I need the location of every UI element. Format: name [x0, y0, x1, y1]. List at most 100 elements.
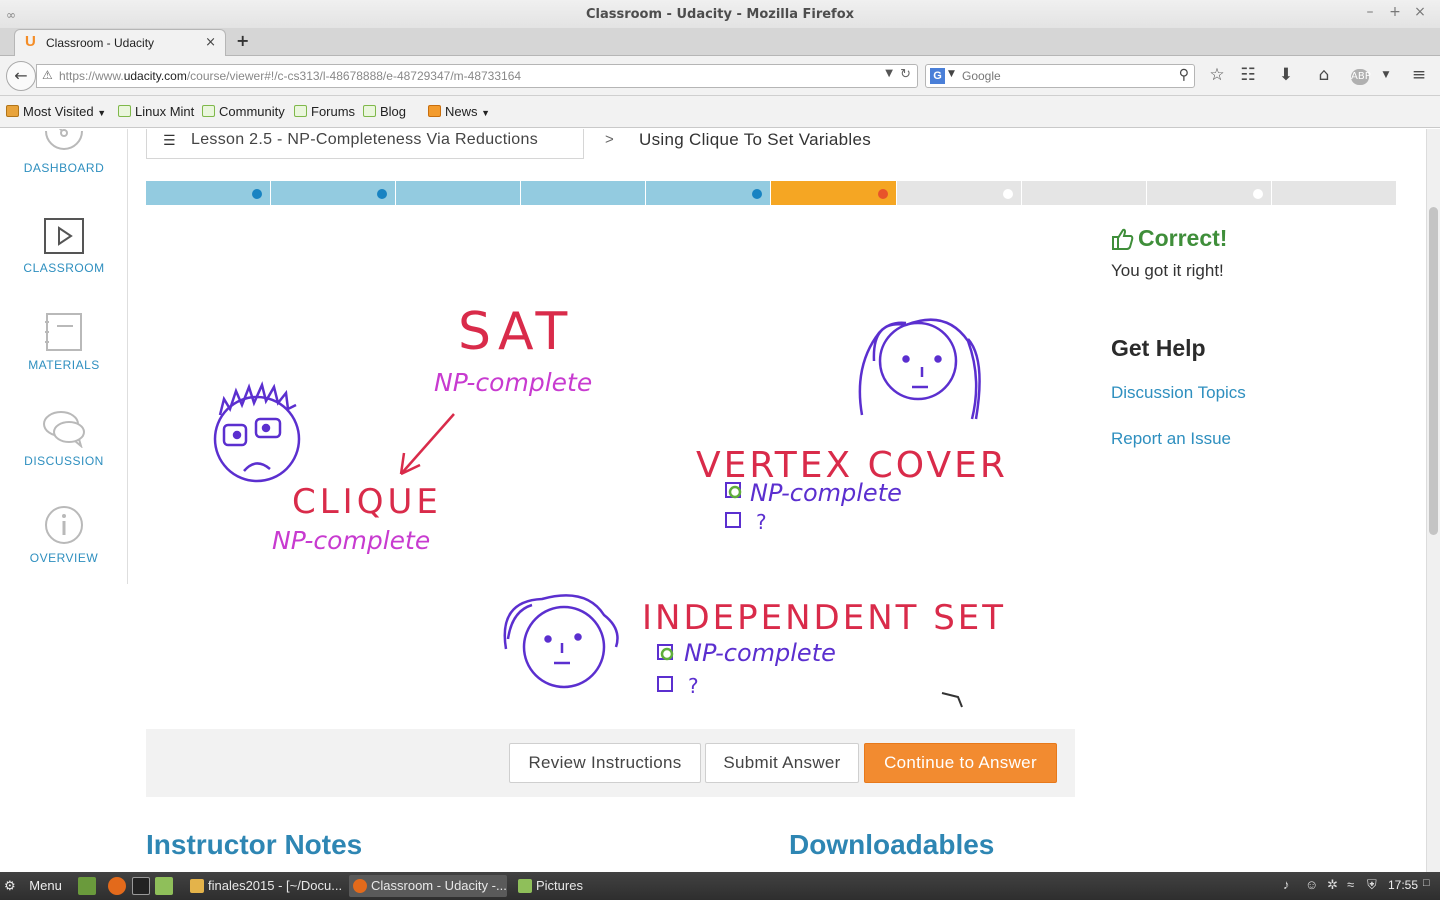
- search-icon[interactable]: ⚲: [1179, 67, 1189, 83]
- vc-option-2-label: ?: [756, 510, 767, 534]
- correct-message: You got it right!: [1111, 261, 1224, 280]
- nav-discussion[interactable]: DISCUSSION: [0, 408, 128, 468]
- search-input[interactable]: Google: [962, 69, 1001, 83]
- progress-segment[interactable]: [1021, 181, 1146, 205]
- sat-label: SAT: [458, 302, 573, 362]
- nav-classroom[interactable]: CLASSROOM: [0, 217, 128, 275]
- nav-overview[interactable]: OVERVIEW: [0, 505, 128, 565]
- back-button[interactable]: ←: [6, 61, 36, 91]
- is-option-2-label: ?: [688, 674, 699, 698]
- bookmark-forums[interactable]: Forums: [294, 104, 355, 119]
- search-bar[interactable]: G ▼ Google ⚲: [925, 64, 1195, 88]
- close-tab-icon[interactable]: ×: [205, 35, 216, 50]
- play-icon: [44, 218, 84, 254]
- adblock-dropdown-icon[interactable]: ▼: [1375, 70, 1397, 80]
- user-icon[interactable]: ☺: [1305, 877, 1318, 892]
- bookmark-most-visited[interactable]: Most Visited ▼: [6, 104, 106, 119]
- progress-dot-icon: [877, 189, 888, 199]
- nav-materials[interactable]: MATERIALS: [0, 312, 128, 372]
- quiz-drawing[interactable]: SAT NP-complete CLIQUE NP-complete VERTE…: [146, 219, 1076, 725]
- pen-cursor-icon: [941, 692, 963, 708]
- google-engine-icon[interactable]: G: [930, 68, 945, 84]
- task-finales2015[interactable]: finales2015 - [~/Docu...: [186, 875, 342, 897]
- history-dropdown-icon[interactable]: ▼: [885, 68, 893, 79]
- download-icon[interactable]: ⬇: [1275, 65, 1297, 85]
- minimize-button[interactable]: –: [1361, 4, 1379, 20]
- downloadables-heading: Downloadables: [789, 829, 995, 860]
- bluetooth-icon[interactable]: ✲: [1327, 877, 1338, 893]
- page-scrollbar[interactable]: [1426, 129, 1440, 872]
- quiz-actions: Review Instructions Submit Answer Contin…: [146, 729, 1075, 797]
- firefox-launcher-icon[interactable]: [108, 877, 126, 895]
- side-navigation: DASHBOARD CLASSROOM MATERIALS DISCUSSION…: [0, 129, 128, 584]
- lesson-progress-bar: [146, 181, 1396, 205]
- start-menu-button[interactable]: ⚙ Menu: [4, 876, 62, 896]
- bookmark-star-icon[interactable]: ☆: [1206, 65, 1228, 85]
- volume-icon[interactable]: ♪: [1283, 877, 1290, 892]
- reading-list-icon[interactable]: ☷: [1237, 65, 1259, 85]
- vc-option-unknown[interactable]: ?: [725, 510, 767, 534]
- reload-icon[interactable]: ↻: [900, 67, 911, 82]
- progress-segment[interactable]: [646, 181, 771, 205]
- info-icon: [45, 506, 83, 544]
- window-titlebar: ∞ Classroom - Udacity - Mozilla Firefox …: [0, 0, 1440, 28]
- progress-segment[interactable]: [1271, 181, 1396, 205]
- bookmark-blog[interactable]: Blog: [363, 104, 406, 119]
- nav-label-materials: MATERIALS: [28, 358, 100, 372]
- scrollbar-thumb[interactable]: [1429, 207, 1438, 535]
- task-classroom-udacity[interactable]: Classroom - Udacity -...: [349, 875, 507, 897]
- engine-dropdown-icon[interactable]: ▼: [948, 69, 955, 79]
- report-issue-link[interactable]: Report an Issue: [1111, 429, 1231, 449]
- files-launcher-icon[interactable]: [155, 877, 173, 895]
- progress-dot-icon: [1252, 189, 1263, 199]
- bookmark-community[interactable]: Community: [202, 104, 285, 119]
- review-instructions-button[interactable]: Review Instructions: [509, 743, 701, 783]
- tab-label: Classroom - Udacity: [46, 36, 155, 50]
- progress-dot-icon: [1002, 189, 1013, 199]
- hamburger-menu-icon[interactable]: ≡: [1408, 65, 1430, 85]
- warning-triangle-icon[interactable]: ⚠: [42, 68, 53, 82]
- continue-to-answer-button[interactable]: Continue to Answer: [864, 743, 1057, 783]
- system-taskbar: ⚙ Menu finales2015 - [~/Docu... Classroo…: [0, 872, 1440, 900]
- progress-segment[interactable]: [271, 181, 396, 205]
- submit-answer-button[interactable]: Submit Answer: [705, 743, 859, 783]
- editor-app-icon: [190, 879, 204, 893]
- vc-option-1-label: NP-complete: [750, 479, 902, 507]
- maximize-button[interactable]: +: [1386, 4, 1404, 20]
- terminal-launcher-icon[interactable]: [132, 877, 150, 895]
- progress-segment[interactable]: [771, 181, 896, 205]
- new-tab-button[interactable]: +: [236, 31, 249, 50]
- url-bar[interactable]: ⚠ https://www.udacity.com/course/viewer#…: [36, 64, 918, 88]
- wifi-icon[interactable]: ≈: [1347, 877, 1354, 892]
- progress-segment[interactable]: [396, 181, 521, 205]
- task-pictures[interactable]: Pictures: [514, 875, 669, 897]
- show-desktop-icon[interactable]: [78, 877, 96, 895]
- nav-dashboard[interactable]: DASHBOARD: [0, 129, 128, 175]
- is-option-unknown[interactable]: ?: [657, 674, 699, 698]
- clique-status: NP-complete: [272, 526, 430, 555]
- progress-segment[interactable]: [1146, 181, 1271, 205]
- is-option-1-label: NP-complete: [684, 639, 836, 667]
- lesson-breadcrumb[interactable]: ☰ Lesson 2.5 - NP-Completeness Via Reduc…: [146, 129, 584, 159]
- tab-classroom-udacity[interactable]: U Classroom - Udacity ×: [14, 29, 226, 57]
- lesson-title: Lesson 2.5 - NP-Completeness Via Reducti…: [191, 131, 539, 148]
- adblock-icon[interactable]: ABP: [1351, 69, 1371, 85]
- progress-segment[interactable]: [521, 181, 646, 205]
- discussion-topics-link[interactable]: Discussion Topics: [1111, 383, 1246, 403]
- progress-segment[interactable]: [896, 181, 1021, 205]
- url-text[interactable]: https://www.udacity.com/course/viewer#!/…: [59, 69, 521, 83]
- bookmark-linux-mint[interactable]: Linux Mint: [118, 104, 194, 119]
- shield-icon[interactable]: ⛨: [1367, 877, 1377, 893]
- clock: 17:55: [1387, 878, 1418, 892]
- notification-icon[interactable]: □: [1423, 877, 1430, 889]
- is-option-np-complete[interactable]: NP-complete: [657, 639, 836, 667]
- rss-icon: [428, 105, 441, 117]
- home-icon[interactable]: ⌂: [1313, 65, 1335, 85]
- close-window-button[interactable]: ×: [1411, 4, 1429, 20]
- vc-option-np-complete[interactable]: NP-complete: [725, 479, 902, 507]
- progress-segment[interactable]: [146, 181, 271, 205]
- nav-label-overview: OVERVIEW: [29, 551, 99, 565]
- current-concept-title: Using Clique To Set Variables: [639, 130, 872, 149]
- speech-bubbles-icon: [43, 411, 85, 448]
- bookmark-news[interactable]: News ▼: [428, 104, 490, 119]
